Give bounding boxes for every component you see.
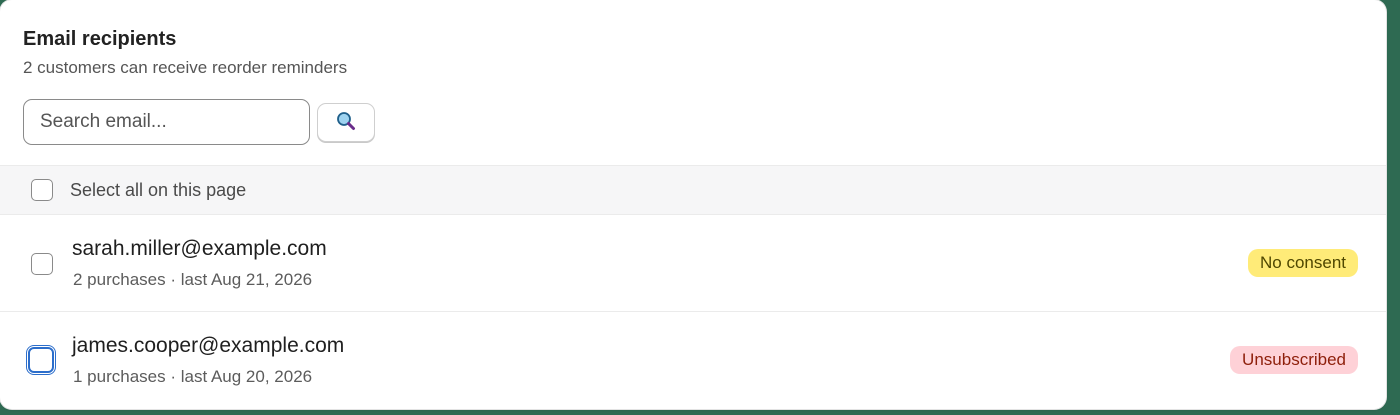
card-title: Email recipients <box>23 28 177 50</box>
email-recipients-card: Email recipients 2 customers can receive… <box>0 0 1386 409</box>
status-badge: No consent <box>1248 249 1358 277</box>
recipient-meta: 1 purchases · last Aug 20, 2026 <box>73 367 313 386</box>
search-email-input[interactable] <box>23 99 310 145</box>
select-all-checkbox[interactable] <box>31 179 53 201</box>
search-button[interactable] <box>317 102 375 142</box>
recipient-checkbox[interactable] <box>31 253 53 275</box>
recipient-checkbox[interactable] <box>28 347 54 373</box>
status-badge: Unsubscribed <box>1230 346 1358 374</box>
recipient-meta: 2 purchases · last Aug 21, 2026 <box>73 270 313 289</box>
recipient-email: james.cooper@example.com <box>72 334 345 357</box>
recipient-row: james.cooper@example.com 1 purchases · l… <box>0 312 1386 409</box>
search-icon <box>335 110 357 135</box>
recipient-email: sarah.miller@example.com <box>72 237 327 260</box>
search-row <box>23 99 375 145</box>
card-header: Email recipients 2 customers can receive… <box>23 26 347 79</box>
card-subtitle: 2 customers can receive reorder reminder… <box>23 58 348 77</box>
select-all-label: Select all on this page <box>70 179 247 200</box>
select-all-row: Select all on this page <box>0 165 1386 215</box>
recipient-row: sarah.miller@example.com 2 purchases · l… <box>0 215 1386 312</box>
